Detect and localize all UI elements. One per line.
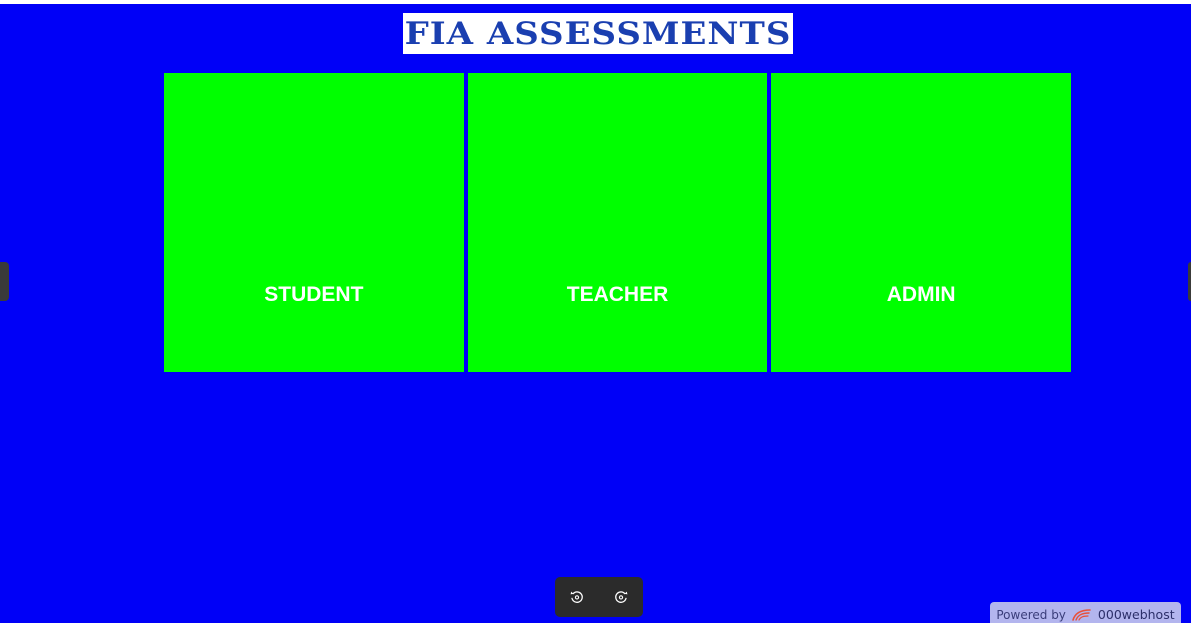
page-title: FIA ASSESSMENTS [404, 15, 792, 52]
student-card-button[interactable]: STUDENT [164, 73, 464, 372]
page-background: FIA ASSESSMENTS STUDENT TEACHER ADMIN Po… [0, 4, 1191, 623]
rotate-left-button[interactable] [564, 584, 590, 610]
admin-card-button[interactable]: ADMIN [771, 73, 1072, 372]
rotate-right-button[interactable] [608, 584, 634, 610]
webhost-logo-icon [1072, 608, 1091, 621]
admin-card-label: ADMIN [886, 283, 956, 306]
role-cards: STUDENT TEACHER ADMIN [164, 73, 1072, 372]
teacher-card-button[interactable]: TEACHER [467, 73, 768, 372]
teacher-card-label: TEACHER [566, 283, 669, 306]
rotate-left-icon [570, 591, 583, 603]
webhost-brand-label: 000webhost [1097, 607, 1175, 622]
powered-by-badge[interactable]: Powered by 000webhost [990, 602, 1181, 623]
powered-by-label: Powered by [996, 607, 1066, 622]
left-edge-handle[interactable] [0, 262, 9, 301]
rotate-toolbar [555, 577, 643, 617]
student-card-label: STUDENT [264, 283, 364, 306]
rotate-right-icon [615, 591, 628, 603]
title-banner: FIA ASSESSMENTS [403, 13, 793, 54]
